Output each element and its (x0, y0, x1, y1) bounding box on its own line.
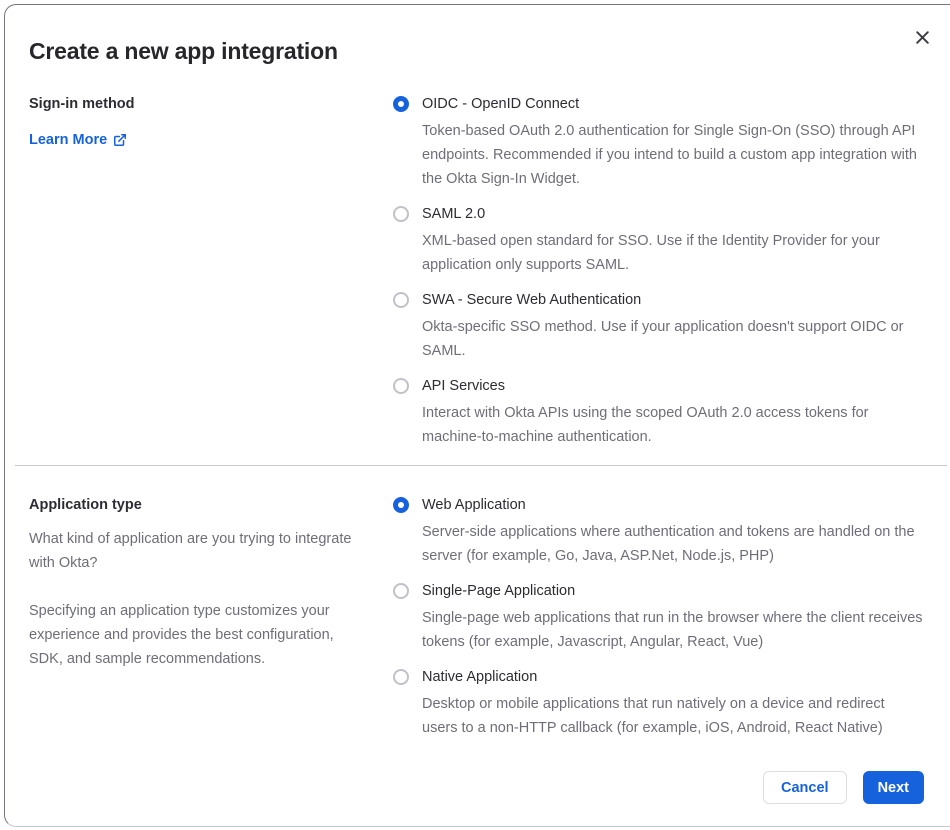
application-type-option-label[interactable]: Native Application (422, 665, 924, 689)
radio-button[interactable] (393, 378, 409, 394)
application-type-radio-group: Web Application Server-side applications… (393, 493, 945, 740)
application-type-section: Application type What kind of applicatio… (29, 493, 945, 740)
radio-button[interactable] (393, 669, 409, 685)
application-type-option-description: Single-page web applications that run in… (422, 610, 923, 650)
learn-more-link[interactable]: Learn More (29, 128, 127, 152)
radio-button[interactable] (393, 206, 409, 222)
signin-option-label[interactable]: SWA - Secure Web Authentication (422, 288, 924, 312)
signin-option-description: Interact with Okta APIs using the scoped… (422, 405, 869, 445)
external-link-icon (114, 133, 127, 147)
application-type-option[interactable]: Single-Page Application Single-page web … (393, 579, 945, 654)
signin-option-description: Okta-specific SSO method. Use if your ap… (422, 319, 904, 359)
application-type-label: Application type (29, 497, 142, 513)
create-app-integration-modal: Create a new app integration Sign-in met… (4, 4, 950, 827)
radio-button[interactable] (393, 292, 409, 308)
signin-option[interactable]: SAML 2.0 XML-based open standard for SSO… (393, 202, 945, 277)
page-title: Create a new app integration (29, 38, 338, 64)
application-type-option[interactable]: Native Application Desktop or mobile app… (393, 665, 945, 740)
signin-option-description: XML-based open standard for SSO. Use if … (422, 233, 880, 273)
application-type-help-text: Specifying an application type customize… (29, 603, 334, 667)
signin-option-label[interactable]: SAML 2.0 (422, 202, 924, 226)
radio-button[interactable] (393, 497, 409, 513)
radio-button[interactable] (393, 583, 409, 599)
signin-option-label[interactable]: API Services (422, 374, 924, 398)
signin-method-section: Sign-in method Learn More OIDC - OpenID … (29, 92, 945, 449)
signin-option-label[interactable]: OIDC - OpenID Connect (422, 92, 924, 116)
next-button[interactable]: Next (862, 771, 924, 804)
close-icon (915, 30, 929, 44)
modal-footer: Cancel Next (763, 771, 924, 804)
section-divider (15, 465, 947, 466)
application-type-question: What kind of application are you trying … (29, 531, 352, 571)
application-type-option-description: Server-side applications where authentic… (422, 524, 915, 564)
signin-option[interactable]: SWA - Secure Web Authentication Okta-spe… (393, 288, 945, 363)
radio-button[interactable] (393, 96, 409, 112)
close-button[interactable] (911, 26, 933, 48)
signin-option[interactable]: API Services Interact with Okta APIs usi… (393, 374, 945, 449)
application-type-option[interactable]: Web Application Server-side applications… (393, 493, 945, 568)
application-type-option-label[interactable]: Single-Page Application (422, 579, 924, 603)
signin-method-label: Sign-in method (29, 96, 135, 112)
application-type-option-description: Desktop or mobile applications that run … (422, 696, 885, 736)
cancel-button[interactable]: Cancel (763, 771, 847, 804)
application-type-option-label[interactable]: Web Application (422, 493, 924, 517)
signin-option[interactable]: OIDC - OpenID Connect Token-based OAuth … (393, 92, 945, 191)
learn-more-label: Learn More (29, 132, 108, 148)
signin-method-radio-group: OIDC - OpenID Connect Token-based OAuth … (393, 92, 945, 449)
signin-option-description: Token-based OAuth 2.0 authentication for… (422, 123, 917, 187)
